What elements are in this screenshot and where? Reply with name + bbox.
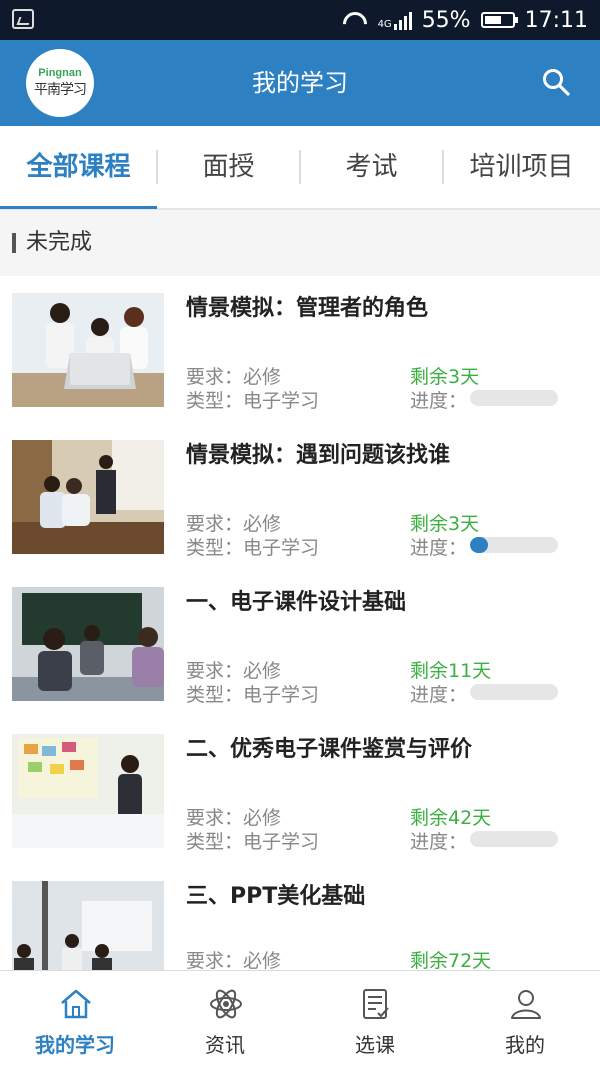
nav-my-learning[interactable]: 我的学习	[0, 971, 150, 1067]
nav-label: 选课	[355, 1033, 395, 1057]
course-type: 类型：电子学习	[186, 390, 320, 412]
signal-icon	[393, 10, 412, 30]
section-title: 未完成	[26, 230, 93, 255]
course-title: 三、PPT美化基础	[186, 884, 366, 909]
status-bar: 4G 55% 17:11	[0, 0, 600, 40]
search-icon[interactable]	[542, 68, 570, 96]
progress-label: 进度：	[410, 537, 468, 559]
battery-percent: 55%	[421, 7, 471, 33]
app-header: Pingnan 平南学习 我的学习	[0, 40, 600, 126]
course-list: 情景模拟：管理者的角色 要求：必修 类型：电子学习 剩余3天 进度： 情景模拟：…	[0, 276, 600, 970]
active-tab-indicator	[0, 206, 157, 209]
nav-label: 资讯	[205, 1033, 245, 1057]
home-icon	[61, 989, 91, 1019]
nav-course-selection[interactable]: 选课	[300, 971, 450, 1067]
nav-label: 我的	[505, 1033, 545, 1057]
page-title: 我的学习	[252, 69, 348, 97]
course-requirement: 要求：必修	[186, 366, 282, 388]
course-type: 类型：电子学习	[186, 684, 320, 706]
course-item[interactable]: 情景模拟：管理者的角色 要求：必修 类型：电子学习 剩余3天 进度：	[0, 276, 600, 423]
course-remaining: 剩余72天	[410, 950, 492, 970]
user-icon	[511, 990, 541, 1019]
course-type: 类型：电子学习	[186, 831, 320, 853]
course-item[interactable]: 一、电子课件设计基础 要求：必修 类型：电子学习 剩余11天 进度：	[0, 570, 600, 717]
course-thumbnail	[12, 734, 164, 848]
course-remaining: 剩余3天	[410, 513, 480, 535]
atom-icon	[210, 989, 242, 1019]
progress-label: 进度：	[410, 831, 468, 853]
course-remaining: 剩余11天	[410, 660, 492, 682]
checklist-icon	[363, 989, 389, 1019]
progress-bar	[470, 390, 558, 406]
battery-icon	[480, 12, 518, 28]
course-item[interactable]: 情景模拟：遇到问题该找谁 要求：必修 类型：电子学习 剩余3天 进度：	[0, 423, 600, 570]
nav-label: 我的学习	[35, 1033, 115, 1057]
progress-label: 进度：	[410, 390, 468, 412]
course-remaining: 剩余3天	[410, 366, 480, 388]
gallery-icon	[12, 9, 34, 29]
progress-bar	[470, 684, 558, 700]
wifi-icon	[342, 10, 368, 30]
progress-bar	[470, 537, 558, 553]
course-requirement: 要求：必修	[186, 950, 282, 970]
course-item[interactable]: 三、PPT美化基础 要求：必修 剩余72天	[0, 864, 600, 970]
tab-bar: 全部课程 面授 考试 培训项目	[0, 126, 600, 210]
course-thumbnail	[12, 587, 164, 701]
course-thumbnail	[12, 881, 164, 970]
bottom-nav: 我的学习 资讯 选课 我的	[0, 970, 600, 1067]
network-type: 4G	[377, 19, 392, 30]
course-requirement: 要求：必修	[186, 513, 282, 535]
nav-news[interactable]: 资讯	[150, 971, 300, 1067]
clock: 17:11	[524, 7, 588, 33]
progress-fill	[470, 537, 488, 553]
course-title: 情景模拟：管理者的角色	[186, 296, 429, 321]
tab-face-to-face[interactable]: 面授	[157, 126, 300, 208]
course-type: 类型：电子学习	[186, 537, 320, 559]
tab-all-courses[interactable]: 全部课程	[0, 126, 157, 208]
progress-label: 进度：	[410, 684, 468, 706]
nav-me[interactable]: 我的	[450, 971, 600, 1067]
course-remaining: 剩余42天	[410, 807, 492, 829]
course-title: 情景模拟：遇到问题该找谁	[186, 443, 451, 468]
section-header: 未完成	[0, 210, 600, 276]
course-item[interactable]: 二、优秀电子课件鉴赏与评价 要求：必修 类型：电子学习 剩余42天 进度：	[0, 717, 600, 864]
tab-exam[interactable]: 考试	[300, 126, 443, 208]
tab-training-project[interactable]: 培训项目	[443, 126, 600, 208]
status-indicators: 4G 55% 17:11	[342, 6, 588, 34]
course-title: 二、优秀电子课件鉴赏与评价	[186, 737, 473, 762]
course-thumbnail	[12, 293, 164, 407]
progress-bar	[470, 831, 558, 847]
course-thumbnail	[12, 440, 164, 554]
course-title: 一、电子课件设计基础	[186, 590, 407, 615]
course-requirement: 要求：必修	[186, 660, 282, 682]
course-requirement: 要求：必修	[186, 807, 282, 829]
section-marker	[12, 233, 16, 253]
